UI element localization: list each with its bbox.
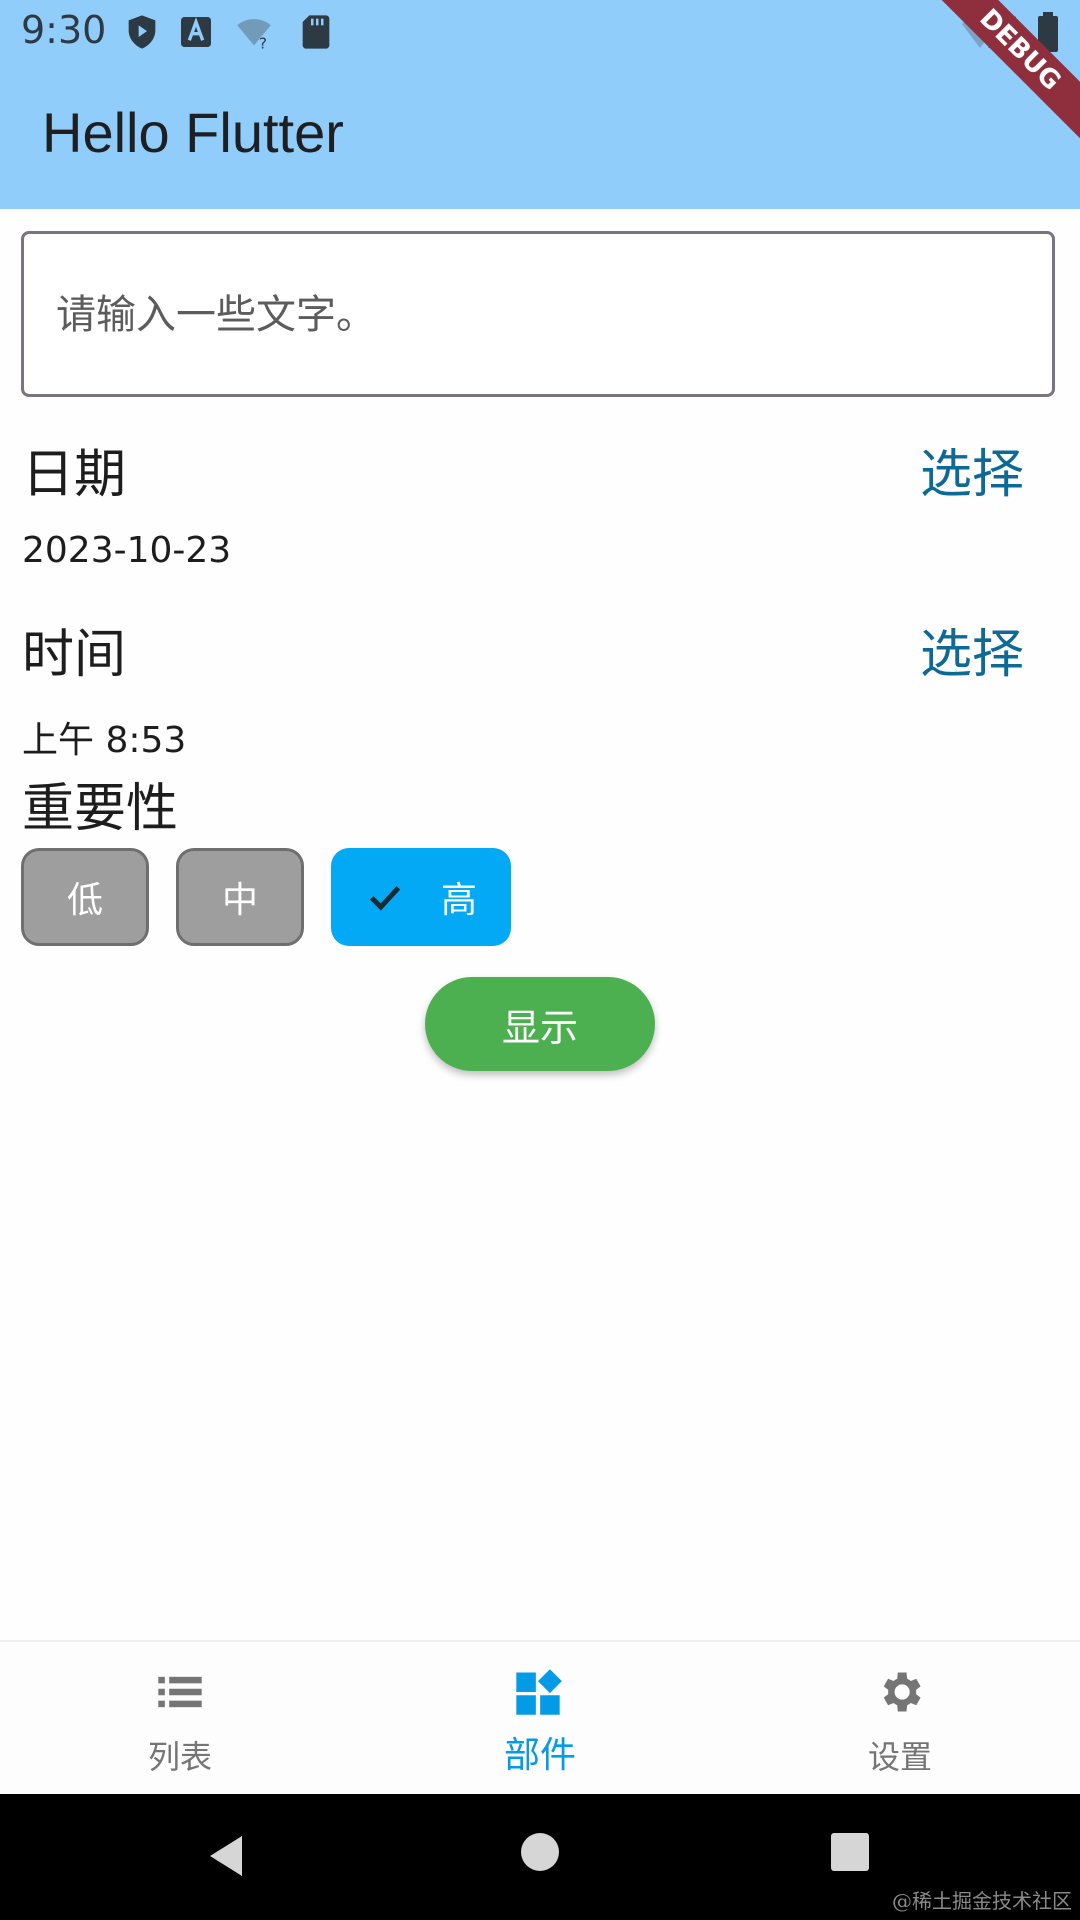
time-value: 上午 8:53 <box>22 720 187 761</box>
importance-chip-medium[interactable]: 中 <box>176 848 304 946</box>
date-label: 日期 <box>22 445 127 505</box>
nav-label-list: 列表 <box>147 1738 212 1776</box>
text-input[interactable] <box>54 284 1018 346</box>
text-input-container <box>21 231 1055 397</box>
select-date-button[interactable]: 选择 <box>920 432 1024 507</box>
time-label: 时间 <box>22 625 127 685</box>
sd-card-icon <box>302 15 330 49</box>
widgets-icon <box>516 1669 562 1715</box>
nav-label-widgets: 部件 <box>503 1735 576 1776</box>
nav-label-settings: 设置 <box>867 1738 932 1776</box>
nav-item-settings[interactable]: 设置 <box>720 1642 1080 1796</box>
chip-label: 高 <box>440 880 477 921</box>
svg-text:?: ? <box>259 35 267 52</box>
system-navigation-bar: @稀土掘金技术社区 <box>0 1794 1080 1920</box>
status-time: 9:30 <box>21 8 107 52</box>
select-time-button[interactable]: 选择 <box>920 612 1024 687</box>
home-icon[interactable] <box>520 1832 560 1872</box>
show-button[interactable]: 显示 <box>425 977 655 1071</box>
nav-item-list[interactable]: 列表 <box>0 1642 360 1796</box>
gear-icon <box>883 1672 921 1712</box>
recents-icon[interactable] <box>830 1832 870 1872</box>
page-title: Hello Flutter <box>42 101 344 164</box>
importance-label: 重要性 <box>22 779 179 839</box>
chip-label: 低 <box>66 880 103 921</box>
chip-label: 中 <box>221 880 258 921</box>
accessibility-font-icon <box>181 17 211 47</box>
list-icon <box>158 1676 202 1708</box>
importance-chip-high[interactable]: 高 <box>331 848 511 946</box>
importance-chip-low[interactable]: 低 <box>21 848 149 946</box>
back-icon[interactable] <box>205 1832 247 1880</box>
watermark: @稀土掘金技术社区 <box>892 1889 1072 1913</box>
nav-item-widgets[interactable]: 部件 <box>360 1642 720 1796</box>
screen: 9:30 ? Hello Flutter DEBUG 日期 选择 2023-10… <box>0 0 1080 1920</box>
shield-icon <box>128 15 156 49</box>
wifi-question-icon: ? <box>237 19 271 52</box>
bottom-navigation: 列表 部件 设置 <box>0 1640 1080 1796</box>
check-icon <box>369 886 401 911</box>
date-value: 2023-10-23 <box>22 530 232 571</box>
